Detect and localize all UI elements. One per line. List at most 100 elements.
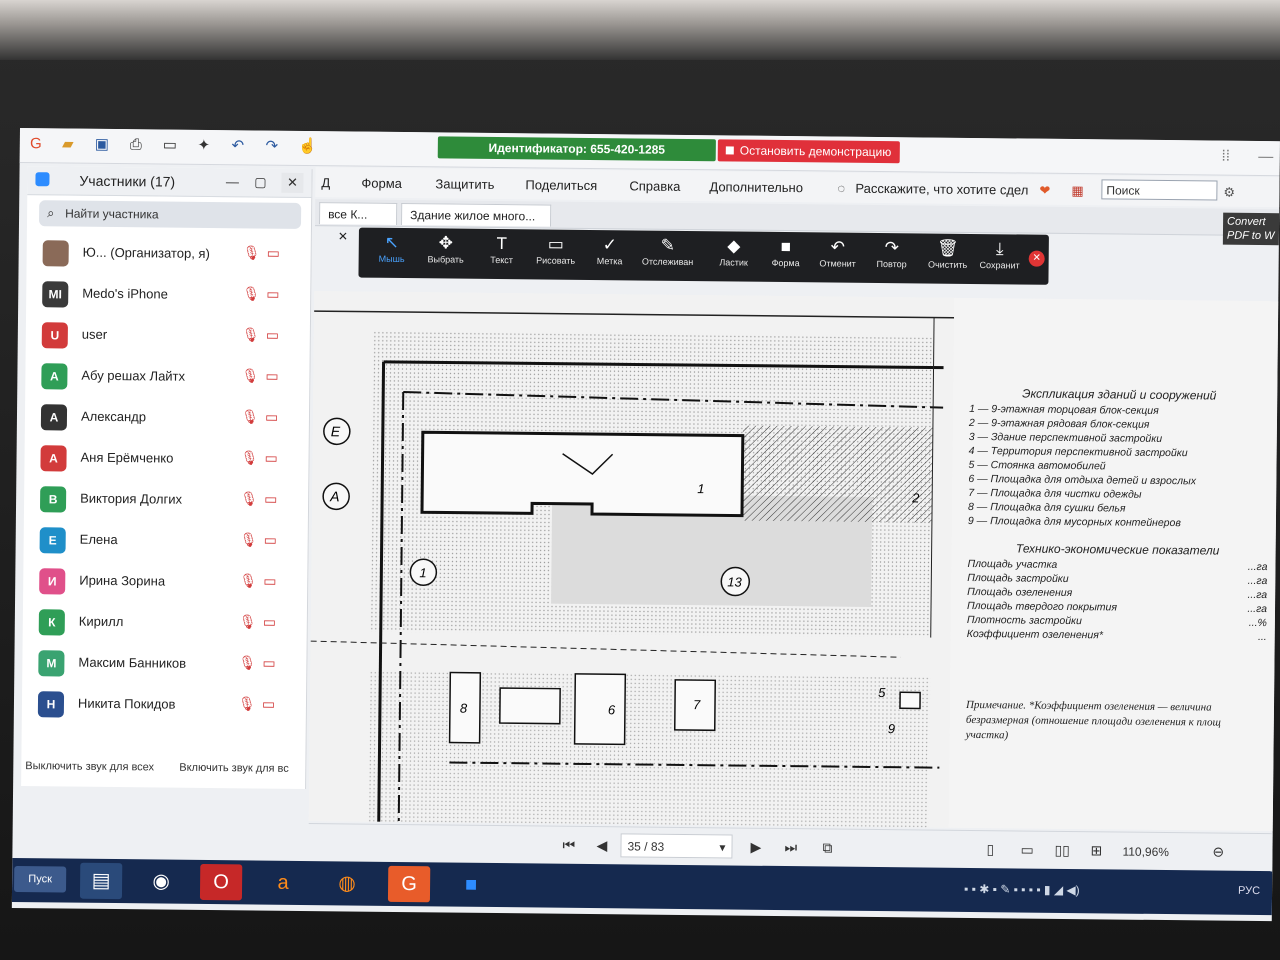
video-off-icon[interactable]: ▭ [263,614,276,631]
mic-muted-icon[interactable]: 🎙 [240,490,258,507]
open-folder-icon[interactable]: ▰ [58,134,78,154]
anno-tool-11[interactable]: ⤓ Сохранит [971,238,1029,271]
unmute-all-button[interactable]: Включить звук для вс [179,762,289,775]
save-icon[interactable]: ▣ [92,135,112,155]
convert-pdf-button[interactable]: Convert PDF to W [1222,212,1280,246]
firefox-icon[interactable]: ◍ [326,865,368,901]
mic-muted-icon[interactable]: 🎙 [242,326,260,343]
first-page-icon[interactable]: ⏮ [562,837,575,854]
anno-tool-7[interactable]: ■ Форма [757,236,815,269]
menu-item-protect[interactable]: Защитить [435,176,494,192]
anno-tool-6[interactable]: ◆ Ластик [705,235,763,268]
anno-tool-5[interactable]: ✎ Отслеживан [639,234,697,267]
minimize-icon[interactable]: — [1256,147,1276,167]
participant-row[interactable]: Ю... (Организатор, я) 🎙 ▭ [26,232,310,276]
next-page-icon[interactable]: ▶ [750,839,761,856]
document-view[interactable]: E A 1 13 2 8 6 7 5 9 1 Экспликация здани… [308,291,1279,832]
video-off-icon[interactable]: ▭ [265,368,278,385]
video-off-icon[interactable]: ▭ [266,286,279,303]
anno-tool-8[interactable]: ↶ Отменит [809,236,867,269]
participant-row[interactable]: К Кирилл 🎙 ▭ [23,601,307,645]
single-page-icon[interactable]: ▯ [986,841,994,858]
mic-muted-icon[interactable]: 🎙 [240,531,258,548]
system-tray-icons[interactable]: ▪ ▪ ✱ ▪ ✎ ▪ ▪ ▪ ▪ ▮ ◢ ◀) [964,882,1080,897]
opera-icon[interactable]: O [199,863,243,901]
participant-row[interactable]: И Ирина Зорина 🎙 ▭ [23,560,307,604]
anno-tool-4[interactable]: ✓ Метка [581,234,639,267]
grid-icon[interactable]: ⁞⁞ [1216,147,1236,167]
menu-item-more[interactable]: Дополнительно [709,179,803,195]
hand-tool-icon[interactable]: ☝ [298,137,318,157]
menu-item-share[interactable]: Поделиться [525,177,597,193]
undo-icon[interactable]: ↶ [228,136,248,156]
video-off-icon[interactable]: ▭ [264,491,277,508]
participant-row[interactable]: В Виктория Долгих 🎙 ▭ [24,478,308,522]
video-off-icon[interactable]: ▭ [263,573,276,590]
participant-row[interactable]: MI Medo's iPhone 🎙 ▭ [26,273,310,317]
fit-icon[interactable]: ⊞ [1090,842,1102,859]
video-off-icon[interactable]: ▭ [262,655,275,672]
tab-1[interactable]: Здание жилое много... [401,202,552,227]
video-off-icon[interactable]: ▭ [265,409,278,426]
redo-icon[interactable]: ↷ [262,137,282,157]
video-off-icon[interactable]: ▭ [267,245,280,262]
participant-row[interactable]: Uuser 🎙 ▭ [26,314,310,358]
close-icon[interactable]: ✕ [281,172,304,193]
close-icon[interactable]: ✕ [338,229,348,243]
continuous-page-icon[interactable]: ▭ [1020,842,1033,859]
participant-row[interactable]: М Максим Банников 🎙 ▭ [22,642,306,686]
tell-me-field[interactable]: Расскажите, что хотите сдел [855,181,1028,198]
mic-muted-icon[interactable]: 🎙 [238,654,256,671]
mute-all-button[interactable]: Выключить звук для всех [25,760,154,773]
image-search-icon[interactable]: ▦ [1071,183,1083,199]
menu-item-form[interactable]: Форма [361,176,402,191]
heart-icon[interactable]: ❤ [1039,183,1050,199]
video-off-icon[interactable]: ▭ [266,327,279,344]
video-off-icon[interactable]: ▭ [264,532,277,549]
menu-item-help[interactable]: Справка [629,178,680,194]
mic-muted-icon[interactable]: 🎙 [241,367,259,384]
scan-icon[interactable]: ▭ [160,135,180,155]
mic-muted-icon[interactable]: 🎙 [240,449,258,466]
chrome-icon[interactable]: ◉ [140,863,182,899]
video-off-icon[interactable]: ▭ [264,450,277,467]
participant-row[interactable]: А Александр 🎙 ▭ [25,396,309,440]
anno-tool-2[interactable]: T Текст [473,233,531,266]
minimize-icon[interactable]: — [221,172,243,192]
search-input[interactable]: Поиск [1101,179,1218,201]
pdf-reader-icon[interactable]: G [387,865,431,903]
menu-item-0[interactable]: Д [321,175,330,190]
page-number-input[interactable]: 35 / 83 ▾ [620,833,733,859]
mic-muted-icon[interactable]: 🎙 [241,408,259,425]
start-button[interactable]: Пуск [13,865,67,893]
prev-page-icon[interactable]: ◀ [596,837,607,854]
anno-tool-9[interactable]: ↷ Повтор [863,237,921,270]
mic-muted-icon[interactable]: 🎙 [238,695,256,712]
mic-muted-icon[interactable]: 🎙 [239,613,257,630]
anno-tool-10[interactable]: 🗑 Очистить [919,237,977,270]
language-indicator[interactable]: РУС [1238,885,1260,897]
participant-row[interactable]: А Абу решах Лайтх 🎙 ▭ [25,355,309,399]
tab-0[interactable]: все К... ✕ [319,202,398,243]
print-icon[interactable]: ⎙ [126,135,146,155]
mic-muted-icon[interactable]: 🎙 [239,572,257,589]
zoom-level[interactable]: 110,96% [1122,845,1169,859]
participant-row[interactable]: Е Елена 🎙 ▭ [23,519,307,563]
stop-share-button[interactable]: Остановить демонстрацию [717,139,900,164]
anno-tool-3[interactable]: ▭ Рисовать [527,233,585,266]
zoom-app-icon[interactable]: ■ [450,867,492,903]
zoom-out-icon[interactable]: ⊖ [1212,844,1224,861]
participant-row[interactable]: А Аня Ерёмченко 🎙 ▭ [24,437,308,481]
anno-tool-0[interactable]: ↖ Мышь [363,232,421,265]
settings-icon[interactable]: ⚙ [1223,185,1235,201]
maximize-icon[interactable]: ▢ [249,172,271,192]
two-page-icon[interactable]: ▯▯ [1054,842,1070,859]
avast-icon[interactable]: a [262,865,304,901]
anno-tool-1[interactable]: ✥ Выбрать [417,232,475,265]
close-icon[interactable]: ✕ [1028,250,1045,267]
mic-muted-icon[interactable]: 🎙 [242,285,260,302]
find-participant-input[interactable]: ⌕ Найти участника [38,200,302,229]
stamp-icon[interactable]: ✦ [194,136,214,156]
mic-muted-icon[interactable]: 🎙 [243,244,261,261]
copy-page-icon[interactable]: ⧉ [822,839,832,856]
